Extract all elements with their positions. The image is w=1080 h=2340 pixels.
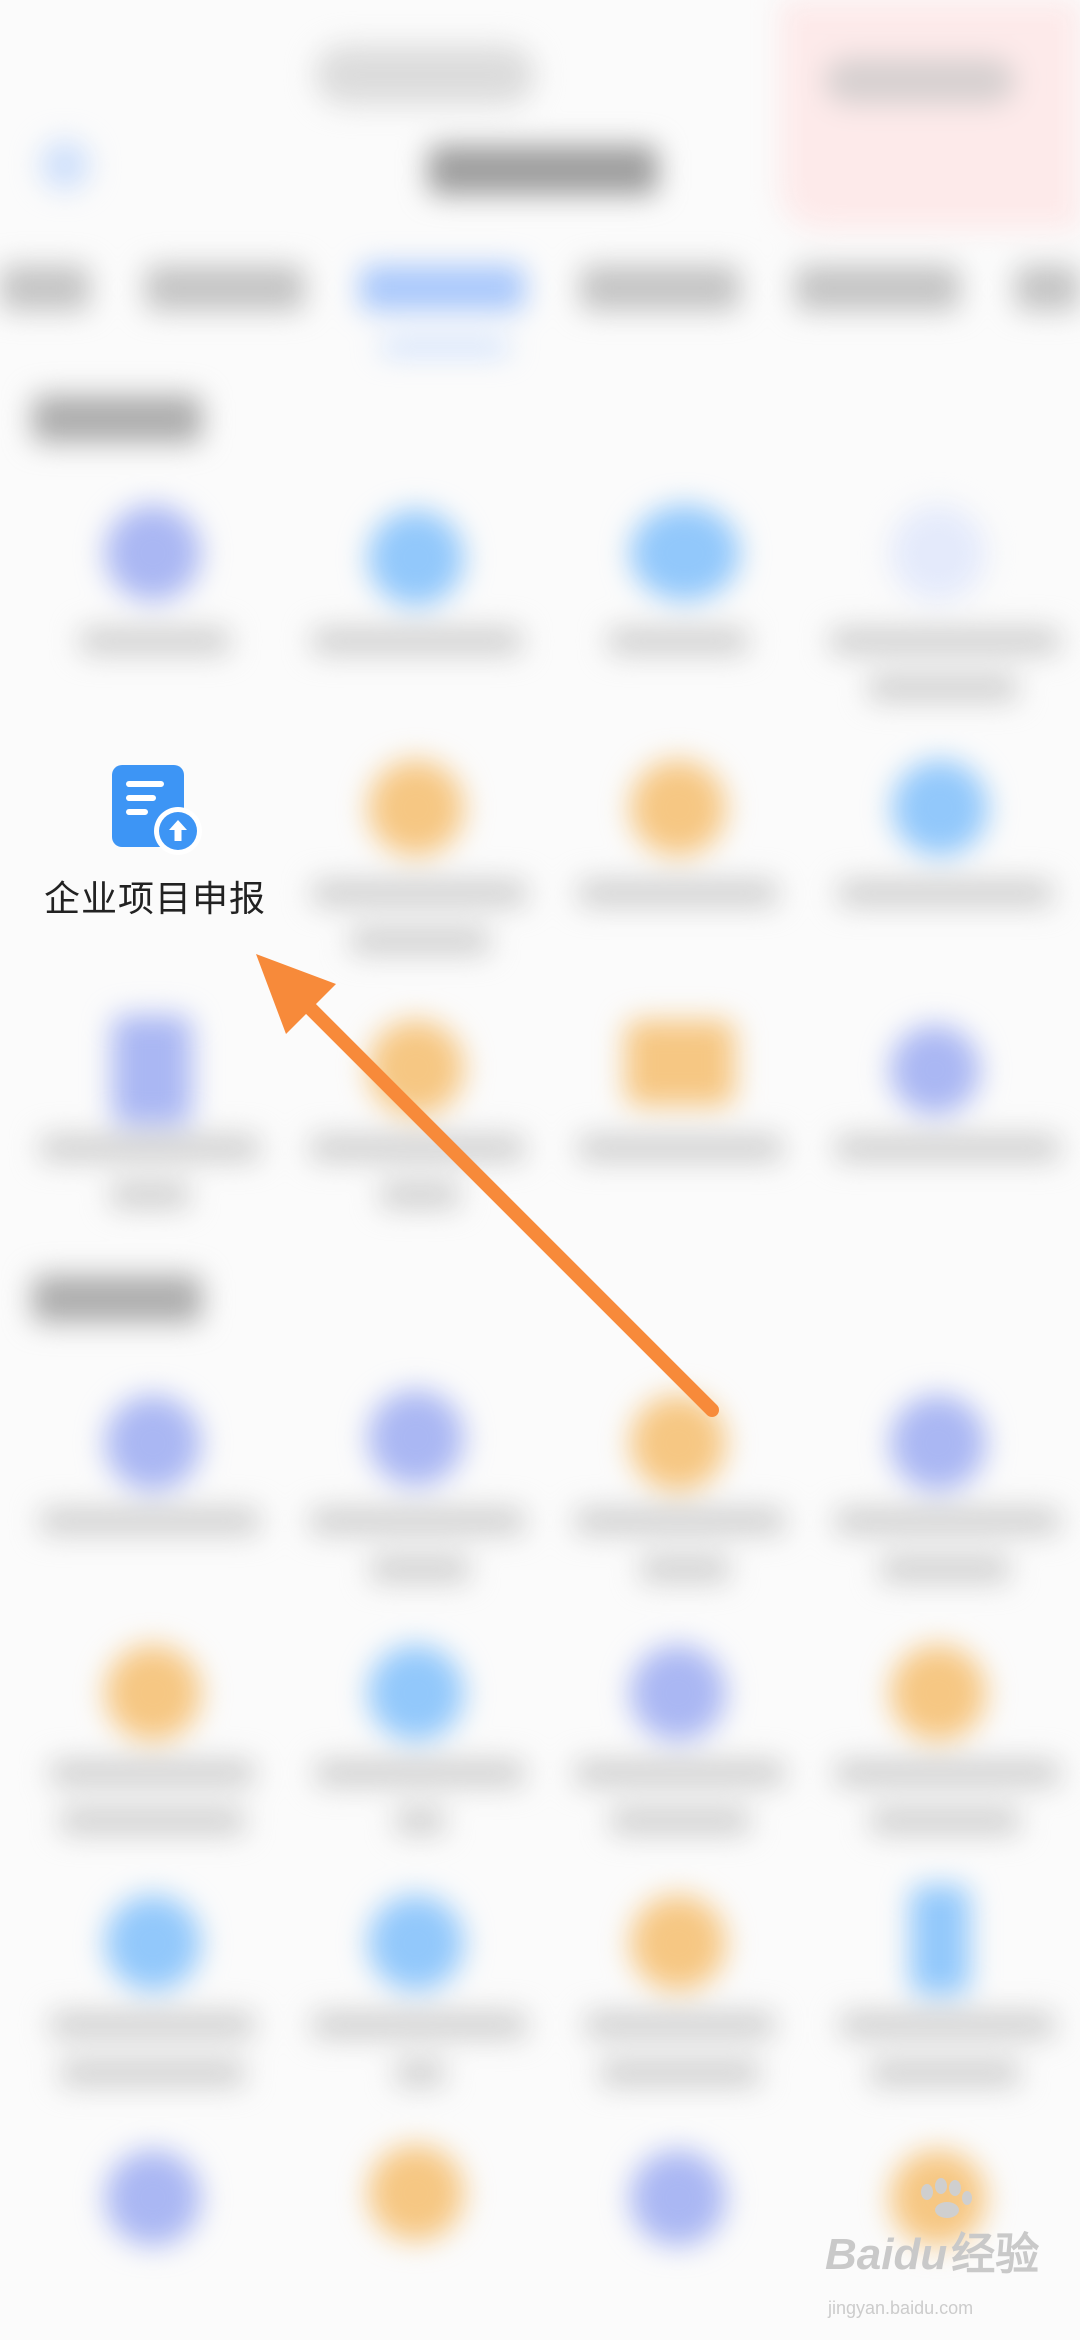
grid-item-label [610, 1808, 750, 1834]
grid-item-label [585, 2012, 775, 2038]
watermark-url: jingyan.baidu.com [828, 2298, 974, 2318]
grid-item-icon[interactable] [368, 760, 464, 856]
grid-item-icon[interactable] [890, 1645, 986, 1741]
tab-3-active[interactable] [360, 265, 525, 311]
grid-item-label [395, 1808, 445, 1834]
grid-item-label [640, 1556, 730, 1582]
item-label: 企业项目申报 [43, 878, 266, 919]
tab-2[interactable] [145, 265, 305, 311]
grid-item-label [870, 2060, 1020, 2086]
grid-item-icon[interactable] [105, 1895, 201, 1991]
grid-item-icon[interactable] [105, 505, 201, 601]
grid-item-label [868, 675, 1018, 701]
grid-item-icon[interactable] [630, 1895, 726, 1991]
grid-item-icon[interactable] [625, 1020, 735, 1106]
blurred-app-background [0, 0, 1080, 2340]
grid-item-label [50, 2012, 255, 2038]
grid-item-label [575, 1760, 785, 1786]
tab-1[interactable] [0, 265, 90, 311]
grid-item-label [312, 2012, 527, 2038]
grid-item-label [575, 1508, 785, 1534]
grid-item-icon[interactable] [368, 1390, 464, 1486]
grid-item-icon[interactable] [105, 1395, 201, 1491]
grid-item-icon[interactable] [890, 1025, 980, 1115]
baidu-jingyan-watermark: Baidu经验 [825, 2178, 1040, 2288]
grid-item-label [835, 1760, 1060, 1786]
watermark-brand-cn: 经验 [951, 2230, 1040, 2279]
tab-4[interactable] [580, 265, 740, 311]
grid-item-icon[interactable] [630, 1645, 726, 1741]
top-right-button[interactable] [825, 58, 1015, 104]
grid-item-icon[interactable] [890, 505, 986, 601]
back-button[interactable] [40, 140, 90, 190]
grid-item-label [835, 1135, 1060, 1161]
grid-item-icon[interactable] [368, 510, 464, 606]
grid-item-label [310, 1135, 525, 1161]
grid-item-label [40, 1508, 260, 1534]
search-pill[interactable] [315, 45, 535, 105]
grid-item-label [370, 1556, 470, 1582]
grid-item-label [380, 1182, 460, 1208]
grid-item-label [312, 628, 522, 654]
grid-item-label [578, 1135, 783, 1161]
grid-item-label [835, 1508, 1060, 1534]
enterprise-project-application-item[interactable]: 企业项目申报 [30, 755, 280, 925]
grid-item-icon[interactable] [630, 760, 726, 856]
grid-item-icon[interactable] [890, 1395, 986, 1491]
grid-item-label [40, 1135, 260, 1161]
grid-item-label [600, 2060, 760, 2086]
grid-item-icon[interactable] [630, 1395, 726, 1491]
grid-item-label [870, 1808, 1020, 1834]
grid-item-label [395, 2060, 445, 2086]
grid-item-label [350, 928, 490, 954]
grid-item-icon[interactable] [910, 1885, 970, 1995]
grid-item-label [838, 880, 1053, 906]
grid-item-icon[interactable] [112, 1015, 192, 1125]
grid-item-label [60, 2060, 245, 2086]
grid-item-label [315, 1760, 525, 1786]
tab-6[interactable] [1015, 265, 1080, 311]
grid-item-label [608, 628, 748, 654]
grid-item-label [110, 1182, 190, 1208]
top-banner-hint [780, 0, 1080, 230]
grid-item-label [830, 628, 1060, 654]
grid-item-label [50, 1760, 255, 1786]
paw-logo-icon [921, 2178, 972, 2218]
document-upload-icon [112, 765, 202, 855]
grid-item-icon[interactable] [368, 1895, 464, 1991]
grid-item-label [880, 1556, 1010, 1582]
grid-item-label [60, 1808, 245, 1834]
grid-item-icon[interactable] [105, 2150, 201, 2246]
grid-item-label [840, 2012, 1055, 2038]
grid-item-label [578, 880, 778, 906]
section-heading-2 [32, 1275, 202, 1323]
page-title-placeholder [428, 145, 658, 195]
grid-item-label [310, 1508, 525, 1534]
grid-item-label [312, 880, 527, 906]
grid-item-icon[interactable] [368, 1645, 464, 1741]
grid-item-icon[interactable] [368, 2145, 464, 2241]
grid-item-icon[interactable] [630, 2150, 726, 2246]
grid-item-icon[interactable] [630, 505, 740, 601]
grid-item-icon[interactable] [368, 1020, 464, 1116]
grid-item-label [80, 628, 230, 654]
active-tab-indicator [380, 340, 510, 354]
grid-item-icon[interactable] [105, 1645, 201, 1741]
grid-item-icon[interactable] [892, 760, 988, 856]
tab-5[interactable] [795, 265, 960, 311]
section-heading-1 [32, 395, 202, 443]
watermark-brand: Baidu [825, 2230, 948, 2279]
